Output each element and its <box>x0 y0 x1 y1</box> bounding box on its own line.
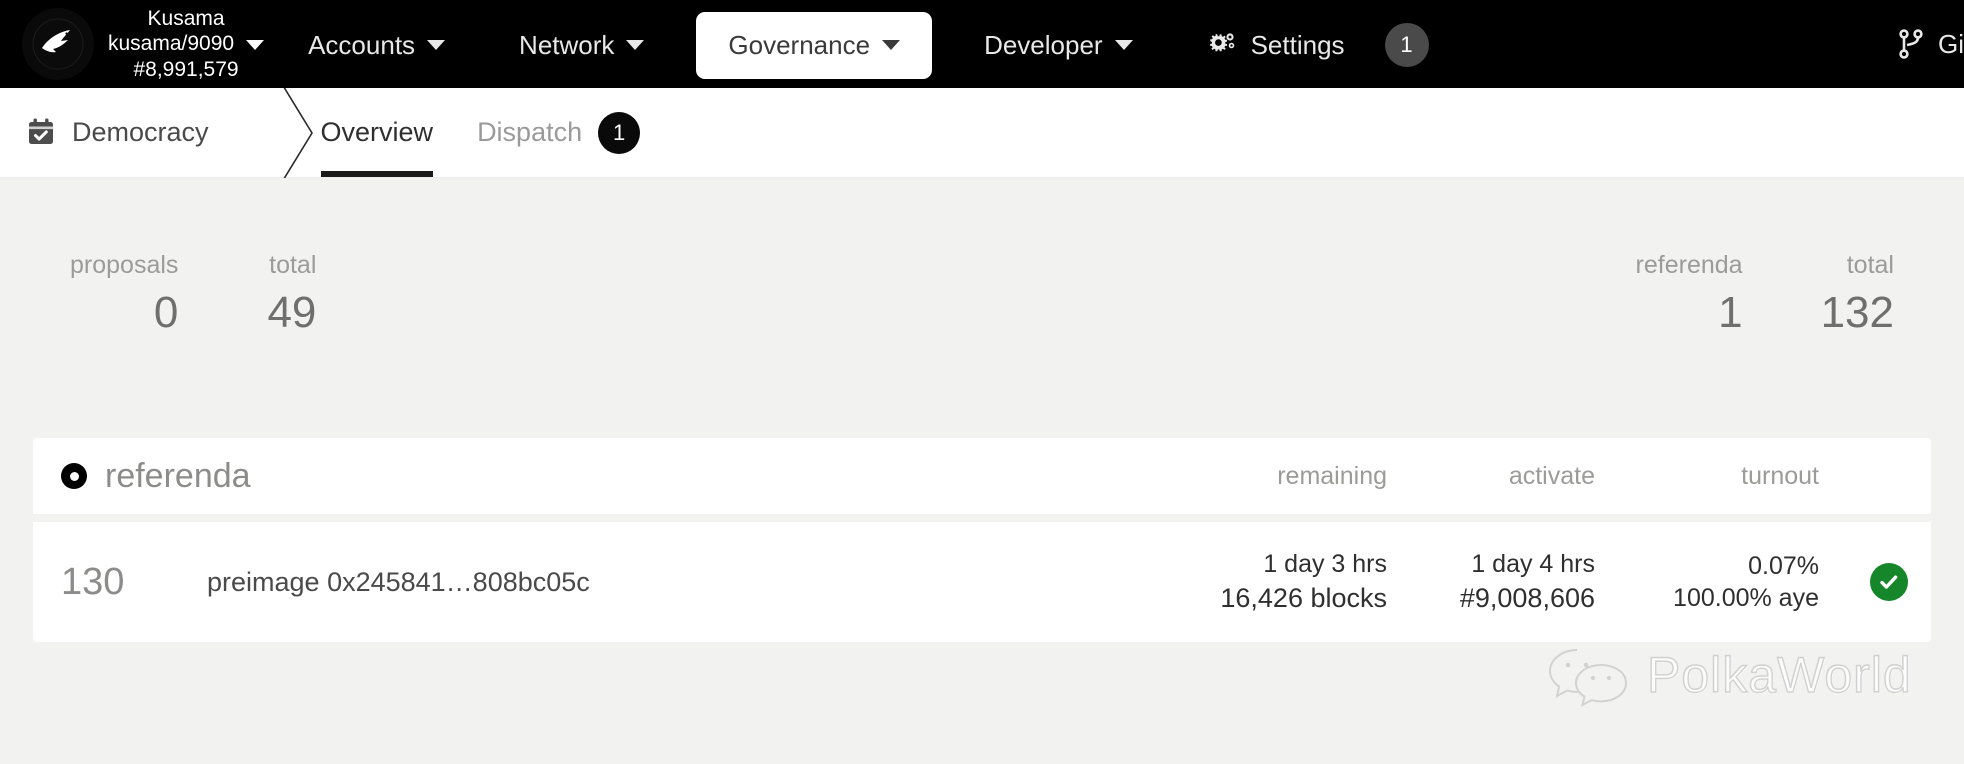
remaining-blocks: 16,426 blocks <box>1220 582 1387 613</box>
nav-item-settings[interactable]: Settings <box>1185 16 1367 75</box>
stat-proposals-total: total 49 <box>226 250 346 340</box>
referendum-preimage: preimage 0x245841…808bc05c <box>207 566 590 597</box>
stat-value: 0 <box>153 288 179 338</box>
summary-left-group: proposals 0 total 49 <box>40 178 346 340</box>
settings-label: Settings <box>1250 29 1345 60</box>
breadcrumb-label: Democracy <box>72 117 209 147</box>
nav-item-governance[interactable]: Governance <box>696 11 933 79</box>
page-tabs: Overview Dispatch 1 <box>299 88 663 177</box>
secondary-navigation-bar: Democracy Overview Dispatch 1 <box>0 83 1964 183</box>
settings-badge: 1 <box>1384 23 1429 67</box>
stat-label: total <box>1846 251 1894 279</box>
github-link[interactable]: Gi <box>1896 27 1964 61</box>
cell-remaining: 1 day 3 hrs 16,426 blocks <box>1167 548 1397 616</box>
column-header-activate: activate <box>1508 461 1595 490</box>
nav-item-label: Accounts <box>308 29 416 60</box>
stat-label: referenda <box>1635 251 1743 279</box>
nav-item-accounts[interactable]: Accounts <box>286 16 467 75</box>
activate-block: #9,008,606 <box>1459 582 1595 613</box>
nav-item-label: Network <box>519 29 615 60</box>
nav-item-label: Developer <box>984 29 1103 60</box>
stat-value: 49 <box>267 288 317 338</box>
dot-circle-icon <box>61 463 87 489</box>
chain-info: Kusama kusama/9090 #8,991,579 <box>108 6 265 83</box>
referenda-table-header: referenda remaining activate turnout <box>33 438 1931 514</box>
watermark: PolkaWorld <box>1545 642 1912 708</box>
cell-status <box>1847 563 1931 601</box>
tab-label: Overview <box>320 117 434 147</box>
wechat-logo-icon <box>1545 642 1631 708</box>
tab-label: Dispatch <box>477 117 583 147</box>
column-header-remaining: remaining <box>1277 461 1387 490</box>
referenda-card: referenda remaining activate turnout 130… <box>33 438 1931 642</box>
stat-value: 1 <box>1718 288 1743 338</box>
nav-item-network[interactable]: Network <box>497 16 666 75</box>
chevron-down-icon <box>626 40 645 50</box>
referenda-title-group: referenda <box>61 457 1167 496</box>
column-header-turnout: turnout <box>1741 461 1819 490</box>
chevron-down-icon <box>882 40 901 50</box>
tab-dispatch[interactable]: Dispatch 1 <box>455 88 662 177</box>
summary-stats: proposals 0 total 49 referenda 1 total 1… <box>0 178 1964 438</box>
stat-label: proposals <box>70 251 179 279</box>
git-branch-icon <box>1896 27 1926 61</box>
table-divider <box>33 514 1931 522</box>
breadcrumb: Democracy <box>0 117 209 149</box>
tab-dispatch-badge: 1 <box>598 111 641 154</box>
turnout-percent: 0.07% <box>1748 551 1819 580</box>
top-navigation-bar: Kusama kusama/9090 #8,991,579 Accounts N… <box>0 0 1964 88</box>
stat-value: 132 <box>1820 288 1894 338</box>
chain-endpoint: kusama/9090 <box>108 32 235 56</box>
block-number: #8,991,579 <box>133 57 239 81</box>
referenda-title: referenda <box>105 456 251 495</box>
nav-item-label: Governance <box>728 29 871 60</box>
chain-name: Kusama <box>147 6 225 30</box>
stat-referenda: referenda 1 <box>1606 250 1773 340</box>
referendum-id: 130 <box>61 560 125 603</box>
github-label: Gi <box>1938 28 1964 59</box>
chain-selector[interactable]: Kusama kusama/9090 #8,991,579 <box>22 6 265 83</box>
activate-time: 1 day 4 hrs <box>1471 550 1595 579</box>
page-root: Kusama kusama/9090 #8,991,579 Accounts N… <box>0 0 1964 764</box>
gear-icon <box>1207 30 1237 60</box>
chevron-down-icon[interactable] <box>246 39 265 50</box>
stat-label: total <box>269 251 317 279</box>
remaining-time: 1 day 3 hrs <box>1263 550 1387 579</box>
main-menu: Accounts Network Governance Developer Se… <box>286 0 1896 88</box>
cell-turnout: 0.07% 100.00% aye <box>1617 550 1847 615</box>
kusama-bird-logo-icon <box>22 7 94 80</box>
stat-proposals: proposals 0 <box>40 250 208 340</box>
chevron-down-icon <box>1114 40 1133 50</box>
watermark-text: PolkaWorld <box>1646 646 1912 703</box>
cell-activate: 1 day 4 hrs #9,008,606 <box>1397 548 1617 616</box>
nav-item-developer[interactable]: Developer <box>962 16 1155 75</box>
check-circle-icon <box>1870 563 1908 601</box>
stat-referenda-total: total 132 <box>1791 250 1924 340</box>
turnout-aye: 100.00% aye <box>1673 584 1819 612</box>
tab-overview[interactable]: Overview <box>299 88 456 177</box>
calendar-check-icon <box>26 117 56 149</box>
chevron-down-icon <box>427 40 446 50</box>
table-row[interactable]: 130 preimage 0x245841…808bc05c 1 day 3 h… <box>33 522 1931 642</box>
summary-right-group: referenda 1 total 132 <box>1606 178 1924 340</box>
